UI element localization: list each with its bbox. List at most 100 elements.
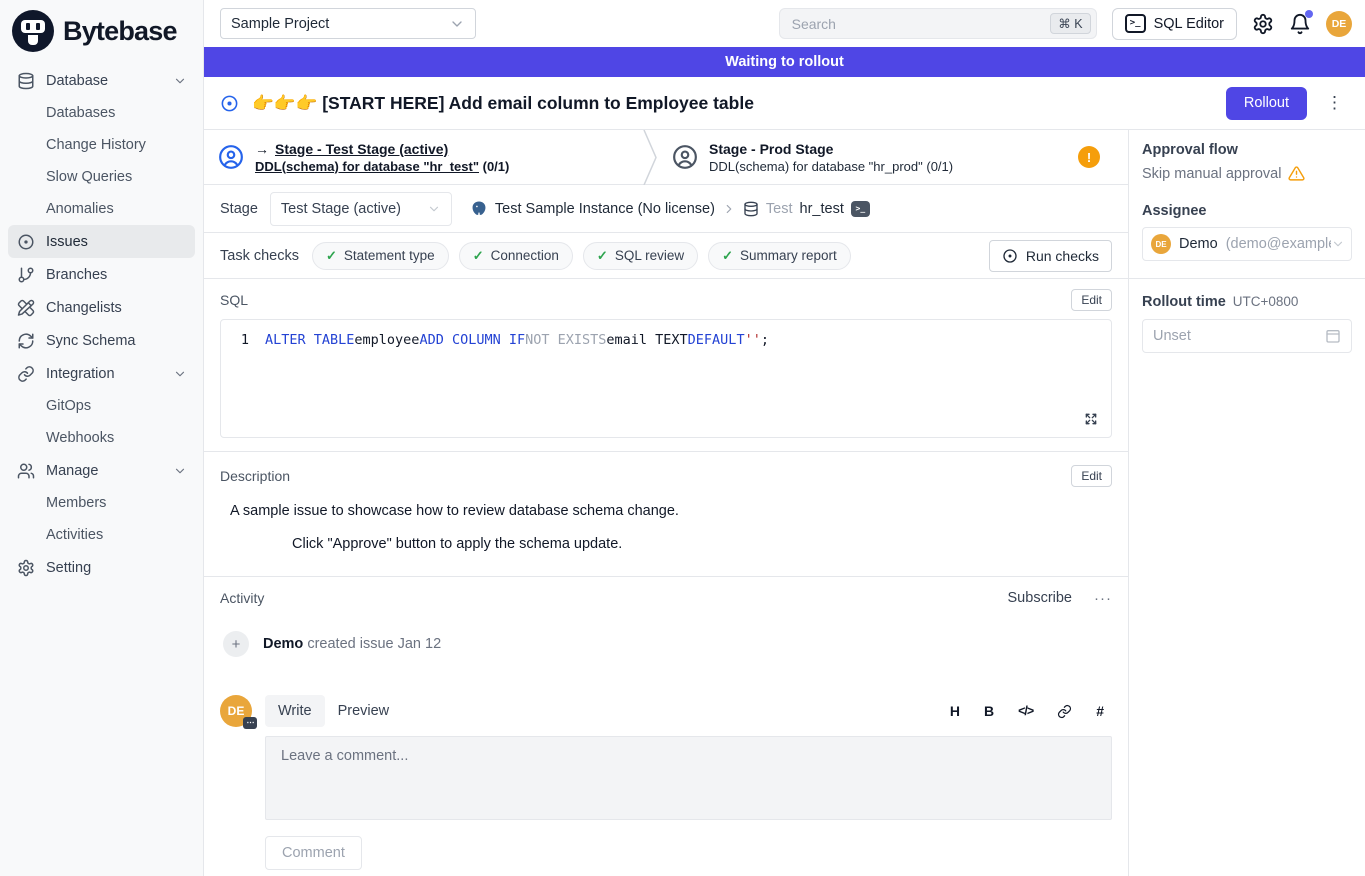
sidebar-item-webhooks[interactable]: Webhooks (8, 422, 195, 454)
sidebar-item-activities[interactable]: Activities (8, 519, 195, 551)
sidebar-item-setting[interactable]: Setting (8, 551, 195, 584)
expand-fullscreen-icon[interactable] (1081, 409, 1101, 429)
sidebar-item-anomalies[interactable]: Anomalies (8, 193, 195, 225)
users-icon (16, 461, 36, 481)
project-selector-value: Sample Project (231, 16, 329, 32)
check-pill-sql-review[interactable]: ✓ SQL review (583, 242, 698, 270)
sidebar-item-database[interactable]: Database (8, 64, 195, 97)
settings-gear-button[interactable] (1252, 13, 1274, 35)
stage-select-value: Test Stage (active) (281, 201, 401, 217)
search-box[interactable]: ⌘ K (779, 8, 1097, 39)
task-link[interactable]: DDL(schema) for database "hr_test" (255, 159, 479, 174)
activity-label: Activity (220, 590, 264, 606)
activity-item: + Demo created issue Jan 12 (223, 631, 1112, 657)
approval-flow-value: Skip manual approval (1142, 166, 1281, 182)
sidebar-item-change-history[interactable]: Change History (8, 129, 195, 161)
notification-dot (1305, 10, 1313, 18)
chevron-down-icon (449, 16, 465, 32)
rollout-button[interactable]: Rollout (1226, 87, 1307, 120)
search-input[interactable] (790, 15, 1051, 33)
sql-edit-button[interactable]: Edit (1071, 289, 1112, 311)
brand-logo[interactable]: Bytebase (8, 8, 195, 64)
sidebar-item-label: Integration (46, 366, 115, 382)
activity-section: Activity Subscribe ··· + Demo created is… (204, 577, 1128, 870)
database-icon (743, 201, 759, 217)
sidebar-item-label: GitOps (46, 398, 91, 414)
run-checks-button[interactable]: Run checks (989, 240, 1112, 272)
check-pill-label: Connection (491, 248, 559, 263)
sidebar-item-sync-schema[interactable]: Sync Schema (8, 324, 195, 357)
body-row: → Stage - Test Stage (active) DDL(schema… (204, 130, 1365, 876)
bold-icon[interactable]: B (984, 703, 994, 719)
more-options-icon[interactable]: ··· (1094, 591, 1112, 606)
notifications-bell-button[interactable] (1289, 13, 1311, 35)
kebab-menu-icon[interactable]: ⋮ (1320, 93, 1349, 113)
sql-token: '' (745, 331, 761, 350)
sidebar-item-label: Webhooks (46, 430, 114, 446)
comment-composer: DE ⋯ Write Preview H B </> (220, 695, 1112, 870)
stage-card-texts: Stage - Prod Stage DDL(schema) for datab… (709, 141, 953, 174)
description-edit-button[interactable]: Edit (1071, 465, 1112, 487)
database-icon (16, 71, 36, 91)
sidebar-item-integration[interactable]: Integration (8, 357, 195, 390)
sidebar-item-databases[interactable]: Databases (8, 97, 195, 129)
tab-write[interactable]: Write (265, 695, 325, 727)
check-pill-summary-report[interactable]: ✓ Summary report (708, 242, 851, 270)
sidebar-item-slow-queries[interactable]: Slow Queries (8, 161, 195, 193)
description-section: Description Edit A sample issue to showc… (204, 452, 1128, 577)
stage-separator-chevron (642, 130, 658, 184)
warning-triangle-icon (1288, 165, 1305, 182)
sql-code-line: 1 ALTER TABLE employee ADD COLUMN IF NOT… (221, 331, 1111, 350)
assignee-name: Demo (1179, 236, 1218, 252)
sql-editor-button[interactable]: >_ SQL Editor (1112, 8, 1237, 40)
sidebar-item-members[interactable]: Members (8, 487, 195, 519)
rollout-time-input[interactable]: Unset (1142, 319, 1352, 353)
sidebar-item-label: Changelists (46, 300, 122, 316)
stage-select[interactable]: Test Stage (active) (270, 192, 452, 226)
stage-name-link[interactable]: Stage - Test Stage (active) (275, 141, 448, 157)
comment-box (265, 736, 1112, 820)
project-selector[interactable]: Sample Project (220, 8, 476, 39)
subscribe-button[interactable]: Subscribe (1008, 590, 1072, 606)
line-number: 1 (221, 331, 265, 350)
rollout-time-label: Rollout time (1142, 294, 1226, 310)
sidebar-item-label: Sync Schema (46, 333, 135, 349)
sidebar-item-branches[interactable]: Branches (8, 258, 195, 291)
speech-bubble-icon: ⋯ (243, 717, 257, 729)
chevron-right-icon (722, 202, 736, 216)
stage-card-test[interactable]: → Stage - Test Stage (active) DDL(schema… (204, 130, 642, 184)
user-avatar[interactable]: DE (1326, 11, 1352, 37)
sidebar-item-gitops[interactable]: GitOps (8, 390, 195, 422)
sidebar-item-manage[interactable]: Manage (8, 454, 195, 487)
user-circle-icon (218, 144, 244, 170)
comment-input[interactable] (279, 746, 1098, 810)
composer-toolbar: Write Preview H B </> # (265, 695, 1112, 727)
check-pill-label: Summary report (740, 248, 837, 263)
sidebar-item-changelists[interactable]: Changelists (8, 291, 195, 324)
warning-circle-icon: ! (1078, 146, 1100, 168)
tab-preview[interactable]: Preview (325, 695, 403, 727)
heading-icon[interactable]: H (950, 703, 960, 719)
sidebar-item-issues[interactable]: Issues (8, 225, 195, 258)
check-pill-label: Statement type (344, 248, 435, 263)
instance-name[interactable]: Test Sample Instance (No license) (495, 201, 715, 217)
main-column: → Stage - Test Stage (active) DDL(schema… (204, 130, 1128, 876)
database-name[interactable]: hr_test (800, 201, 844, 217)
sql-token: NOT EXISTS (525, 331, 606, 350)
postgresql-icon (470, 200, 488, 218)
sidebar-item-label: Anomalies (46, 201, 114, 217)
hash-icon[interactable]: # (1096, 703, 1104, 719)
plus-icon: + (223, 631, 249, 657)
check-pill-connection[interactable]: ✓ Connection (459, 242, 573, 270)
sql-editor[interactable]: 1 ALTER TABLE employee ADD COLUMN IF NOT… (220, 319, 1112, 438)
assignee-select[interactable]: DE Demo (demo@example (1142, 227, 1352, 261)
code-icon[interactable]: </> (1018, 704, 1033, 718)
check-icon: ✓ (326, 248, 337, 264)
check-pill-statement-type[interactable]: ✓ Statement type (312, 242, 449, 270)
stage-card-prod[interactable]: Stage - Prod Stage DDL(schema) for datab… (658, 130, 1128, 184)
chevron-down-icon (1331, 237, 1345, 251)
link-icon[interactable] (1057, 704, 1072, 719)
open-sql-editor-icon[interactable]: >_ (851, 201, 870, 217)
comment-submit-button[interactable]: Comment (265, 836, 362, 870)
stage-strip: → Stage - Test Stage (active) DDL(schema… (204, 130, 1128, 185)
